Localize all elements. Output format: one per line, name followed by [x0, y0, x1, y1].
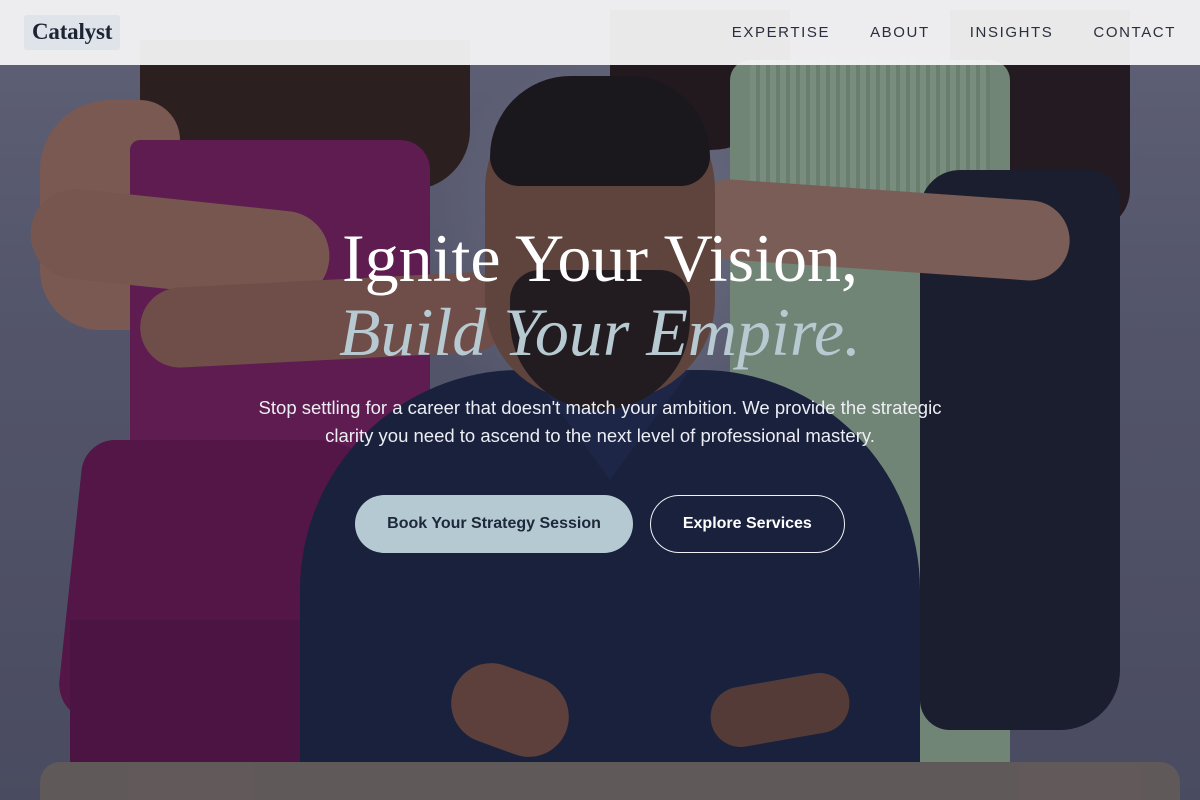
hero-section: Ignite Your Vision, Build Your Empire. S…	[0, 220, 1200, 553]
nav-link-contact[interactable]: CONTACT	[1093, 24, 1176, 41]
brand-logo[interactable]: Catalyst	[24, 15, 121, 50]
main-nav: EXPERTISE ABOUT INSIGHTS CONTACT	[732, 24, 1176, 41]
explore-services-button[interactable]: Explore Services	[649, 495, 845, 553]
book-strategy-session-button[interactable]: Book Your Strategy Session	[355, 495, 633, 553]
headline-line-1: Ignite Your Vision,	[341, 220, 859, 296]
nav-link-expertise[interactable]: EXPERTISE	[732, 24, 830, 41]
cta-group: Book Your Strategy Session Explore Servi…	[0, 495, 1200, 553]
top-navbar: Catalyst EXPERTISE ABOUT INSIGHTS CONTAC…	[0, 0, 1200, 65]
nav-link-insights[interactable]: INSIGHTS	[970, 24, 1054, 41]
hero-headline: Ignite Your Vision, Build Your Empire.	[0, 220, 1200, 368]
nav-link-about[interactable]: ABOUT	[870, 24, 930, 41]
hero-subtext: Stop settling for a career that doesn't …	[258, 397, 942, 446]
headline-line-2: Build Your Empire.	[338, 294, 862, 370]
